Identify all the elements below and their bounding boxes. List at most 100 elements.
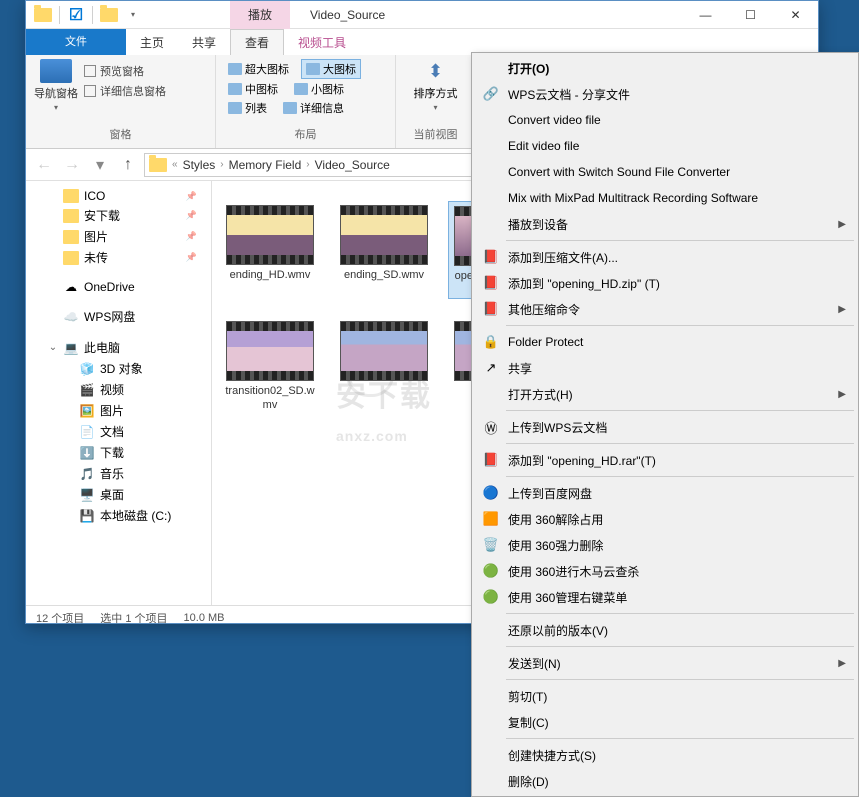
chevron-right-icon: ▶ bbox=[838, 219, 846, 230]
new-folder-icon[interactable] bbox=[98, 4, 120, 26]
tree-item[interactable]: ⌄💻此电脑 bbox=[26, 337, 211, 358]
tree-item[interactable]: ›图片 bbox=[26, 226, 211, 247]
context-menu-item[interactable]: 📕添加到 "opening_HD.zip" (T) bbox=[474, 270, 856, 296]
360-del-icon: 🗑️ bbox=[478, 537, 504, 553]
tab-share[interactable]: 共享 bbox=[178, 29, 230, 55]
context-menu-item[interactable]: 📕其他压缩命令▶ bbox=[474, 296, 856, 322]
menu-label: 播放到设备 bbox=[504, 216, 838, 233]
nav-recent[interactable]: ▾ bbox=[88, 153, 112, 177]
tab-video-tools[interactable]: 视频工具 bbox=[284, 29, 360, 55]
menu-label: 上传到百度网盘 bbox=[504, 485, 846, 502]
context-menu-item[interactable]: 🟢使用 360进行木马云查杀 bbox=[474, 558, 856, 584]
minimize-button[interactable]: — bbox=[683, 1, 728, 29]
tree-item[interactable]: ›安下载 bbox=[26, 205, 211, 226]
menu-label: 还原以前的版本(V) bbox=[504, 622, 846, 639]
360-green-icon: 🟢 bbox=[478, 563, 504, 579]
maximize-button[interactable]: ☐ bbox=[728, 1, 773, 29]
context-menu-item[interactable]: 🗑️使用 360强力删除 bbox=[474, 532, 856, 558]
view-medium[interactable]: 中图标 bbox=[224, 80, 282, 98]
view-extra-large[interactable]: 超大图标 bbox=[224, 59, 293, 79]
menu-label: Convert video file bbox=[504, 113, 846, 127]
context-menu-item[interactable]: 还原以前的版本(V) bbox=[474, 617, 856, 643]
rar-icon: 📕 bbox=[478, 249, 504, 265]
share-wps-icon: 🔗 bbox=[478, 86, 504, 102]
context-menu-item[interactable]: 剪切(T) bbox=[474, 683, 856, 709]
file-item[interactable] bbox=[334, 317, 434, 415]
tab-home[interactable]: 主页 bbox=[126, 29, 178, 55]
properties-icon[interactable]: ☑ bbox=[65, 4, 87, 26]
context-menu-item[interactable]: 播放到设备▶ bbox=[474, 211, 856, 237]
tab-view[interactable]: 查看 bbox=[230, 29, 284, 55]
nav-forward: → bbox=[60, 153, 84, 177]
context-menu-item[interactable]: 🟧使用 360解除占用 bbox=[474, 506, 856, 532]
crumb[interactable]: Memory Field bbox=[225, 158, 306, 172]
tab-file[interactable]: 文件 bbox=[26, 29, 126, 55]
nav-pane-button[interactable]: 导航窗格 ▾ bbox=[34, 59, 78, 112]
wps-cloud-icon: Ⓦ bbox=[478, 418, 504, 437]
view-large[interactable]: 大图标 bbox=[301, 59, 361, 79]
tree-item[interactable]: ›⬇️下载 bbox=[26, 442, 211, 463]
context-menu: 打开(O)🔗WPS云文档 - 分享文件Convert video fileEdi… bbox=[471, 52, 859, 797]
preview-pane-toggle[interactable]: 预览窗格 bbox=[84, 63, 166, 79]
tree-item[interactable]: ›🖥️桌面 bbox=[26, 484, 211, 505]
menu-label: Convert with Switch Sound File Converter bbox=[504, 165, 846, 179]
file-item[interactable]: ending_HD.wmv bbox=[220, 201, 320, 299]
rar-icon: 📕 bbox=[478, 452, 504, 468]
crumb[interactable]: Styles bbox=[179, 158, 220, 172]
details-pane-toggle[interactable]: 详细信息窗格 bbox=[84, 83, 166, 99]
rar-icon: 📕 bbox=[478, 301, 504, 317]
rar-icon: 📕 bbox=[478, 275, 504, 291]
tree-item[interactable]: ›🎵音乐 bbox=[26, 463, 211, 484]
menu-label: 共享 bbox=[504, 360, 846, 377]
context-menu-item[interactable]: 发送到(N)▶ bbox=[474, 650, 856, 676]
context-menu-item[interactable]: 打开方式(H)▶ bbox=[474, 381, 856, 407]
context-menu-item[interactable]: 删除(D) bbox=[474, 768, 856, 794]
contextual-play-tab[interactable]: 播放 bbox=[230, 1, 290, 29]
menu-label: 添加到 "opening_HD.zip" (T) bbox=[504, 275, 846, 292]
crumb[interactable]: Video_Source bbox=[311, 158, 394, 172]
context-menu-item[interactable]: ↗共享 bbox=[474, 355, 856, 381]
group-panes-label: 窗格 bbox=[34, 124, 207, 144]
nav-back[interactable]: ← bbox=[32, 153, 56, 177]
view-list[interactable]: 列表 bbox=[224, 99, 271, 117]
tree-item[interactable]: ›🎬视频 bbox=[26, 379, 211, 400]
menu-label: 使用 360解除占用 bbox=[504, 511, 846, 528]
tree-item[interactable]: ›🧊3D 对象 bbox=[26, 358, 211, 379]
file-item[interactable]: ending_SD.wmv bbox=[334, 201, 434, 299]
tree-item[interactable]: ›🖼️图片 bbox=[26, 400, 211, 421]
view-details[interactable]: 详细信息 bbox=[279, 99, 348, 117]
tree-item[interactable]: ›☁️WPS网盘 bbox=[26, 306, 211, 327]
view-small[interactable]: 小图标 bbox=[290, 80, 348, 98]
context-menu-item[interactable]: 🔗WPS云文档 - 分享文件 bbox=[474, 81, 856, 107]
context-menu-item[interactable]: 🔒Folder Protect bbox=[474, 329, 856, 355]
chevron-right-icon: ▶ bbox=[838, 389, 846, 400]
context-menu-item[interactable]: 📕添加到压缩文件(A)... bbox=[474, 244, 856, 270]
close-button[interactable]: ✕ bbox=[773, 1, 818, 29]
context-menu-item[interactable]: Edit video file bbox=[474, 133, 856, 159]
context-menu-item[interactable]: 🔵上传到百度网盘 bbox=[474, 480, 856, 506]
context-menu-item[interactable]: Convert with Switch Sound File Converter bbox=[474, 159, 856, 185]
sort-by-button[interactable]: ⬍ 排序方式 ▾ bbox=[414, 59, 458, 112]
tree-item[interactable]: ›ICO bbox=[26, 187, 211, 205]
context-menu-item[interactable]: 复制(C) bbox=[474, 709, 856, 735]
file-item[interactable]: transition02_SD.wmv bbox=[220, 317, 320, 415]
menu-label: 使用 360强力删除 bbox=[504, 537, 846, 554]
group-current-view-label: 当前视图 bbox=[404, 124, 467, 144]
qat-dropdown[interactable]: ▾ bbox=[122, 4, 144, 26]
nav-up[interactable]: ↑ bbox=[116, 153, 140, 177]
tree-item[interactable]: ›💾本地磁盘 (C:) bbox=[26, 505, 211, 526]
window-title: Video_Source bbox=[310, 8, 385, 22]
tree-item[interactable]: ›未传 bbox=[26, 247, 211, 268]
tree-item[interactable]: ›📄文档 bbox=[26, 421, 211, 442]
context-menu-item[interactable]: Mix with MixPad Multitrack Recording Sof… bbox=[474, 185, 856, 211]
nav-tree[interactable]: ›ICO›安下载›图片›未传 ›☁OneDrive ›☁️WPS网盘 ⌄💻此电脑›🧊3… bbox=[26, 181, 212, 605]
menu-label: WPS云文档 - 分享文件 bbox=[504, 86, 846, 103]
context-menu-item[interactable]: Ⓦ上传到WPS云文档 bbox=[474, 414, 856, 440]
context-menu-item[interactable]: 🟢使用 360管理右键菜单 bbox=[474, 584, 856, 610]
context-menu-item[interactable]: Convert video file bbox=[474, 107, 856, 133]
menu-label: 打开方式(H) bbox=[504, 386, 838, 403]
tree-item[interactable]: ›☁OneDrive bbox=[26, 278, 211, 296]
context-menu-item[interactable]: 打开(O) bbox=[474, 55, 856, 81]
sort-icon: ⬍ bbox=[422, 59, 450, 83]
context-menu-item[interactable]: 📕添加到 "opening_HD.rar"(T) bbox=[474, 447, 856, 473]
